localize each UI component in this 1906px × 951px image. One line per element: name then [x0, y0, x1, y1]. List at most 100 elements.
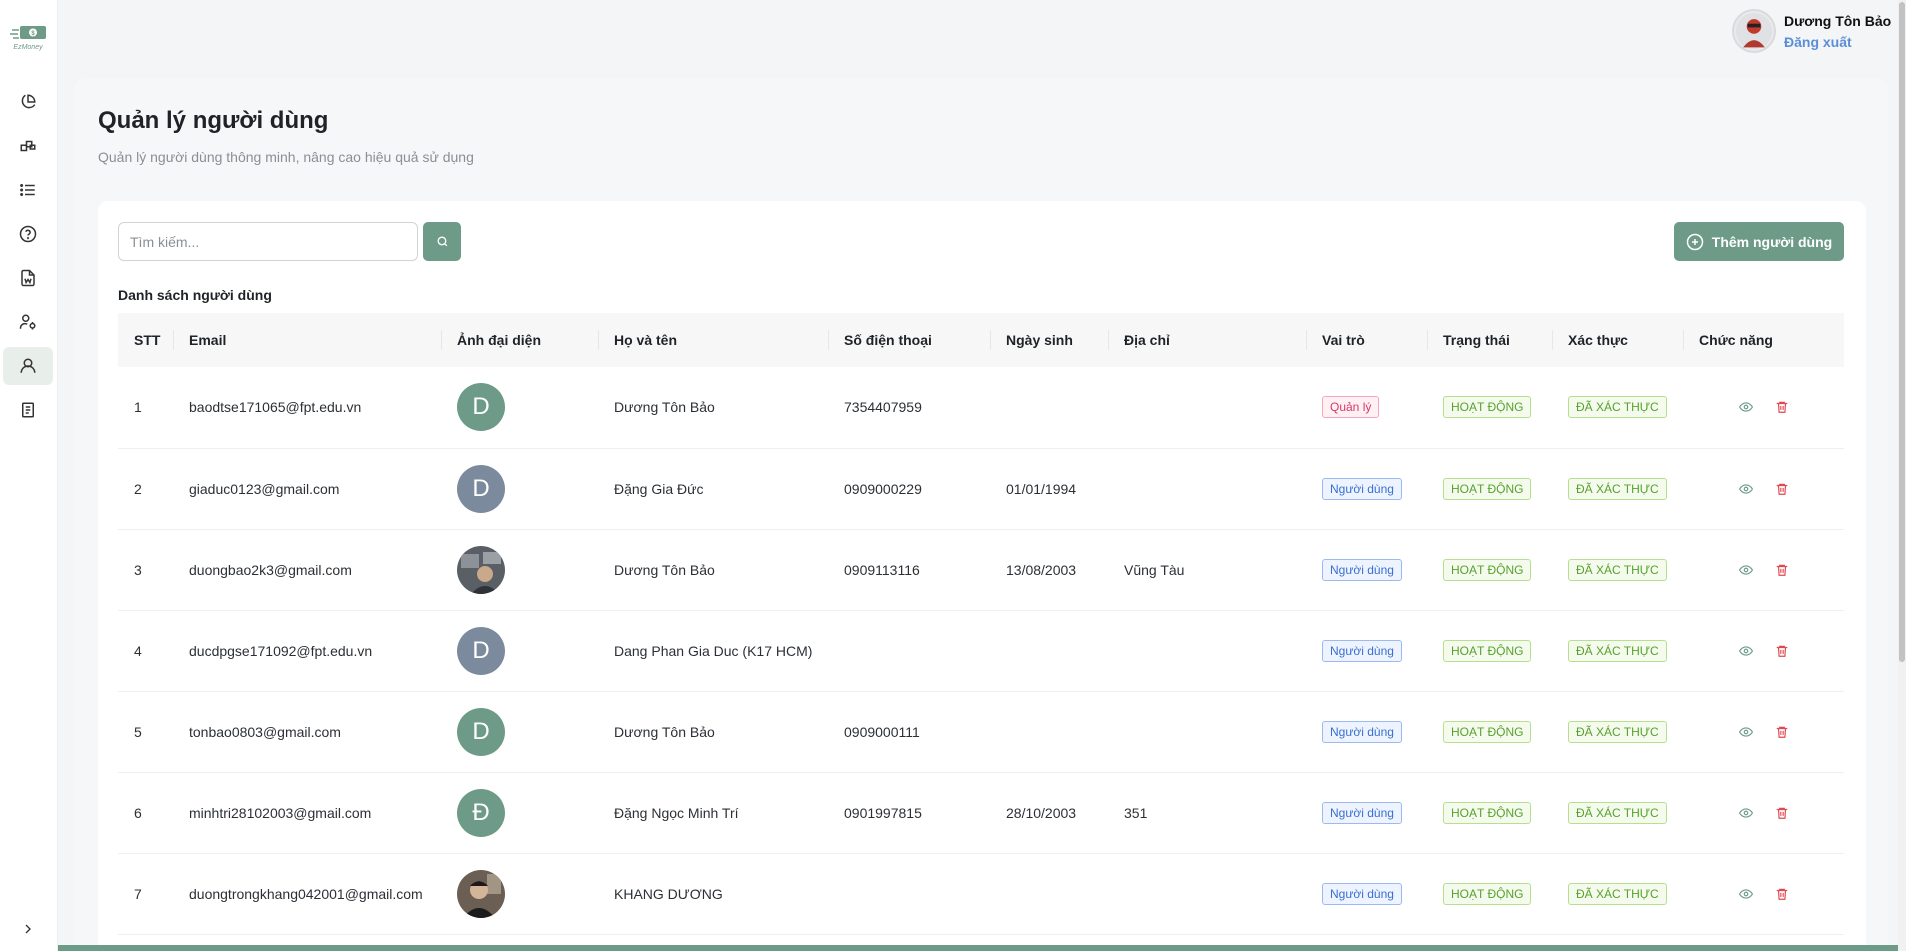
column-header-status[interactable]: Trạng thái: [1427, 313, 1552, 367]
cell-email: giaduc0123@gmail.com: [189, 480, 340, 497]
trash-icon: [1776, 402, 1788, 414]
cell-avatar: Đ: [441, 772, 598, 853]
user-menu: Dương Tôn Bảo Đăng xuất: [1730, 7, 1900, 57]
column-header-email[interactable]: Email: [173, 313, 441, 367]
search-input[interactable]: [118, 222, 418, 261]
scrollbar-thumb[interactable]: [1899, 2, 1905, 662]
users-table-body: 1 baodtse171065@fpt.edu.vn D Dương Tôn B…: [118, 367, 1844, 934]
add-user-button[interactable]: Thêm người dùng: [1674, 222, 1844, 261]
cell-verified: ĐÃ XÁC THỰC: [1552, 772, 1683, 853]
user-name: Dương Tôn Bảo: [1784, 13, 1892, 29]
cell-avatar: D: [441, 610, 598, 691]
status-badge: HOẠT ĐỘNG: [1443, 882, 1532, 905]
verified-badge: ĐÃ XÁC THỰC: [1568, 477, 1667, 500]
user-icon: [20, 358, 36, 373]
app-logo[interactable]: $ EzMoney: [6, 24, 50, 52]
sidebar: $ EzMoney: [0, 0, 58, 951]
delete-button[interactable]: [1773, 398, 1791, 416]
cell-role: Người dùng: [1306, 853, 1427, 934]
plus-circle-icon: [1686, 233, 1704, 250]
verified-badge: ĐÃ XÁC THỰC: [1568, 396, 1667, 419]
cell-email: baodtse171065@fpt.edu.vn: [189, 399, 362, 416]
cell-verified: ĐÃ XÁC THỰC: [1552, 610, 1683, 691]
cell-stt: 2: [134, 480, 142, 497]
cell-address: [1108, 448, 1306, 529]
trash-icon: [1776, 645, 1788, 657]
sidebar-item-users[interactable]: [3, 347, 53, 385]
sidebar-item-documents[interactable]: [3, 259, 53, 297]
column-header-fullname[interactable]: Họ và tên: [598, 313, 828, 367]
column-header-avatar[interactable]: Ảnh đại diện: [441, 313, 598, 367]
cell-stt: 5: [134, 723, 142, 740]
column-header-stt[interactable]: STT: [118, 313, 173, 367]
view-button[interactable]: [1737, 885, 1755, 903]
logo-text: EzMoney: [13, 44, 43, 51]
cell-address: [1108, 367, 1306, 448]
column-header-verified[interactable]: Xác thực: [1552, 313, 1683, 367]
sidebar-item-reports[interactable]: [3, 391, 53, 429]
cell-actions: [1683, 529, 1844, 610]
trash-icon: [1776, 888, 1788, 900]
cell-dob: [990, 610, 1108, 691]
delete-button[interactable]: [1773, 642, 1791, 660]
column-header-address[interactable]: Địa chỉ: [1108, 313, 1306, 367]
view-button[interactable]: [1737, 723, 1755, 741]
cell-dob: 13/08/2003: [1006, 561, 1077, 578]
cell-fullname: Dang Phan Gia Duc (K17 HCM): [614, 642, 813, 659]
delete-button[interactable]: [1773, 561, 1791, 579]
cell-fullname: Đặng Ngọc Minh Trí: [614, 804, 739, 821]
cell-dob: [990, 853, 1108, 934]
sidebar-collapse-button[interactable]: [17, 918, 39, 940]
column-header-actions[interactable]: Chức năng: [1683, 313, 1844, 367]
sidebar-item-dashboard[interactable]: [3, 83, 53, 121]
cell-email: duongbao2k3@gmail.com: [189, 561, 352, 578]
search-button[interactable]: [423, 222, 461, 261]
view-button[interactable]: [1737, 642, 1755, 660]
chevron-right-icon: [25, 924, 31, 934]
cell-stt: 7: [134, 885, 142, 902]
role-badge: Người dùng: [1322, 882, 1402, 905]
verified-badge: ĐÃ XÁC THỰC: [1568, 801, 1667, 824]
sidebar-item-groups[interactable]: [3, 303, 53, 341]
cell-phone: 0901997815: [844, 804, 922, 821]
avatar: D: [457, 383, 505, 432]
view-button[interactable]: [1737, 480, 1755, 498]
role-badge: Người dùng: [1322, 639, 1402, 662]
table-row: 5 tonbao0803@gmail.com D Dương Tôn Bảo 0…: [118, 691, 1844, 772]
cell-status: HOẠT ĐỘNG: [1427, 853, 1552, 934]
sidebar-item-categories[interactable]: [3, 127, 53, 165]
table-row: 6 minhtri28102003@gmail.com Đ Đặng Ngọc …: [118, 772, 1844, 853]
cell-dob: 28/10/2003: [1006, 804, 1077, 821]
cell-actions: [1683, 610, 1844, 691]
delete-button[interactable]: [1773, 804, 1791, 822]
cell-address: [1108, 610, 1306, 691]
logout-link[interactable]: Đăng xuất: [1784, 34, 1852, 50]
role-badge: Người dùng: [1322, 558, 1402, 581]
delete-button[interactable]: [1773, 723, 1791, 741]
sidebar-item-list[interactable]: [3, 171, 53, 209]
column-header-dob[interactable]: Ngày sinh: [990, 313, 1108, 367]
delete-button[interactable]: [1773, 885, 1791, 903]
cell-verified: ĐÃ XÁC THỰC: [1552, 367, 1683, 448]
blocks-icon: [20, 140, 36, 152]
verified-badge: ĐÃ XÁC THỰC: [1568, 720, 1667, 743]
cell-role: Người dùng: [1306, 529, 1427, 610]
search-icon: [436, 236, 447, 247]
view-button[interactable]: [1737, 561, 1755, 579]
column-header-role[interactable]: Vai trò: [1306, 313, 1427, 367]
cell-status: HOẠT ĐỘNG: [1427, 691, 1552, 772]
cell-stt: 1: [134, 399, 142, 416]
cell-avatar: D: [441, 691, 598, 772]
page-subtitle: Quản lý người dùng thông minh, nâng cao …: [98, 149, 474, 165]
avatar-photo: [457, 869, 505, 918]
cell-address: [1108, 853, 1306, 934]
cell-role: Người dùng: [1306, 610, 1427, 691]
delete-button[interactable]: [1773, 480, 1791, 498]
sidebar-item-help[interactable]: [3, 215, 53, 253]
column-header-phone[interactable]: Số điện thoại: [828, 313, 990, 367]
page-scrollbar[interactable]: [1898, 0, 1906, 951]
view-button[interactable]: [1737, 804, 1755, 822]
status-badge: HOẠT ĐỘNG: [1443, 639, 1532, 662]
view-button[interactable]: [1737, 398, 1755, 416]
user-avatar[interactable]: [1732, 9, 1776, 53]
